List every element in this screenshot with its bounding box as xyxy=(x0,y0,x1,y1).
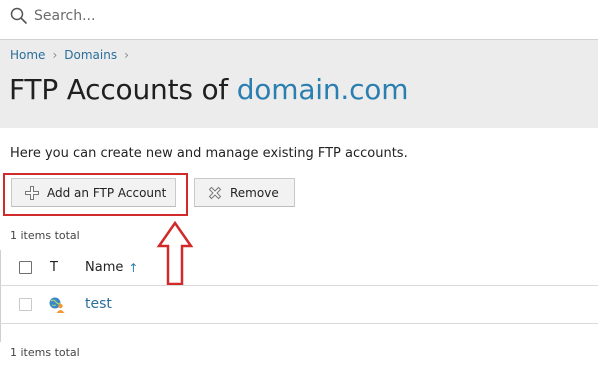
row-checkbox[interactable] xyxy=(19,298,32,311)
breadcrumb: Home › Domains › xyxy=(10,48,136,62)
ftp-user-icon xyxy=(49,297,65,313)
page-header: Home › Domains › FTP Accounts of domain.… xyxy=(0,40,598,128)
page-title: FTP Accounts of domain.com xyxy=(9,73,409,106)
column-header-name-label: Name xyxy=(85,260,124,275)
chevron-right-icon: › xyxy=(124,48,129,62)
column-header-type[interactable]: T xyxy=(50,260,58,275)
ftp-account-link[interactable]: test xyxy=(85,296,112,312)
items-total-count-bottom: 1 items total xyxy=(10,346,80,359)
select-all-checkbox[interactable] xyxy=(19,261,32,274)
page-title-prefix: FTP Accounts of xyxy=(9,73,237,106)
remove-x-icon xyxy=(208,186,222,199)
chevron-right-icon: › xyxy=(52,48,58,62)
remove-label: Remove xyxy=(230,185,279,200)
highlight-box xyxy=(3,173,188,216)
breadcrumb-home-link[interactable]: Home xyxy=(10,48,45,62)
sort-ascending-icon: ↑ xyxy=(128,260,139,275)
search-input[interactable] xyxy=(34,4,574,28)
items-total-count: 1 items total xyxy=(10,229,80,242)
search-bar xyxy=(0,0,598,40)
table-row: test xyxy=(0,287,598,324)
page-title-domain: domain.com xyxy=(236,73,409,106)
breadcrumb-domains-link[interactable]: Domains xyxy=(64,48,117,62)
intro-text: Here you can create new and manage exist… xyxy=(10,146,408,161)
remove-button[interactable]: Remove xyxy=(194,178,295,207)
search-icon xyxy=(10,7,27,24)
table-header: T Name ↑ xyxy=(0,250,598,286)
column-header-name[interactable]: Name ↑ xyxy=(85,260,138,275)
